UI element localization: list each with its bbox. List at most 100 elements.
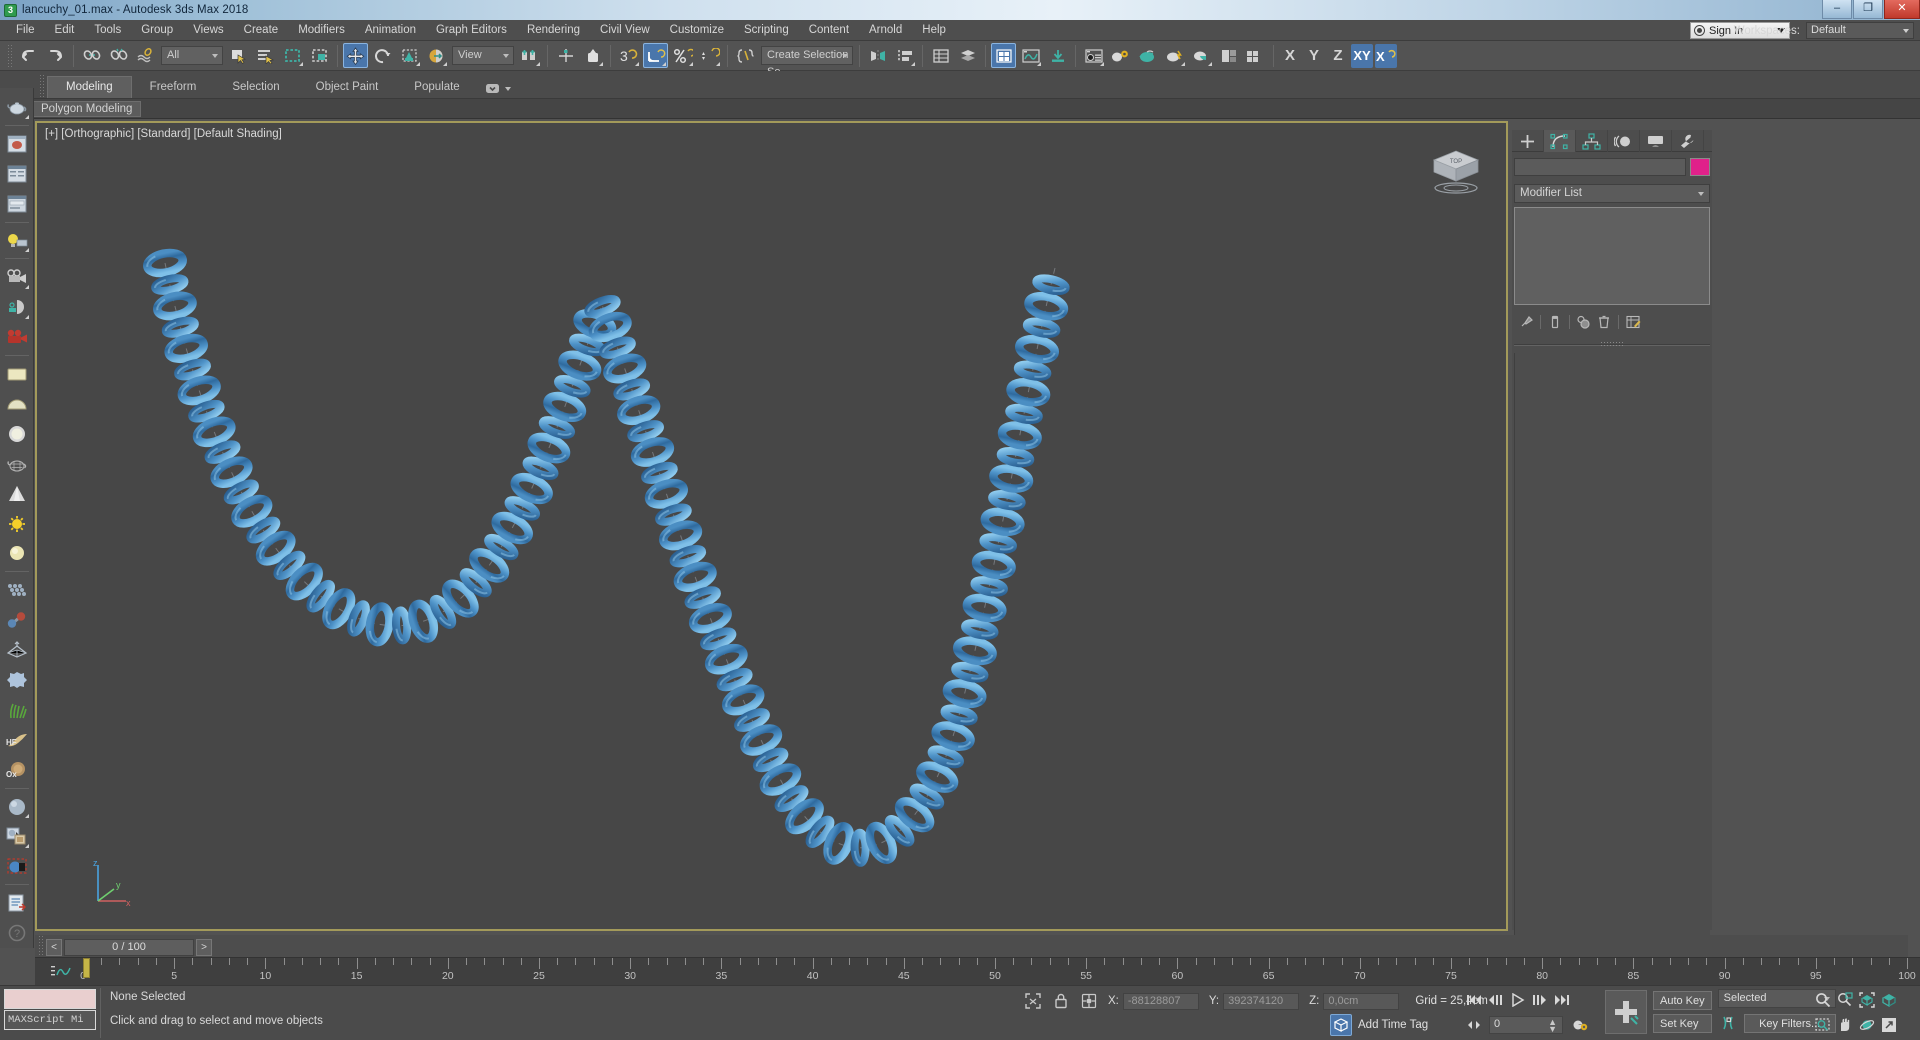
video-camera-icon[interactable] xyxy=(3,323,31,351)
render-production-icon[interactable] xyxy=(1162,43,1187,68)
next-frame-icon[interactable] xyxy=(1529,989,1551,1011)
scene-explorer-icon[interactable] xyxy=(955,43,980,68)
auto-key-button[interactable]: Auto Key xyxy=(1653,990,1712,1010)
next-frame-button[interactable]: > xyxy=(196,938,212,956)
named-selection-set-select[interactable]: Create Selection Se xyxy=(761,46,853,78)
create-tab[interactable] xyxy=(1512,130,1544,152)
teapot-wireframe-icon[interactable] xyxy=(3,450,31,478)
pin-stack-icon[interactable] xyxy=(1516,313,1536,331)
panel-resize-handle[interactable] xyxy=(1514,339,1710,349)
tab-object-paint[interactable]: Object Paint xyxy=(298,77,397,98)
grass-icon[interactable] xyxy=(3,696,31,724)
add-time-tag-group[interactable]: Add Time Tag xyxy=(1330,1014,1428,1036)
selection-lock-region-icon[interactable] xyxy=(1022,990,1044,1012)
absolute-relative-transform-toggle-icon[interactable] xyxy=(1078,990,1100,1012)
menu-arnold[interactable]: Arnold xyxy=(859,22,912,38)
ox-hair-icon[interactable]: Ox xyxy=(3,756,31,784)
menu-customize[interactable]: Customize xyxy=(660,22,734,38)
tab-modeling[interactable]: Modeling xyxy=(47,76,132,98)
menu-help[interactable]: Help xyxy=(912,22,956,38)
menu-file[interactable]: File xyxy=(6,22,45,38)
curve-editor-toggle-icon[interactable] xyxy=(50,962,72,980)
select-by-name-icon[interactable] xyxy=(253,43,278,68)
teapot-icon[interactable] xyxy=(3,93,31,121)
edit-named-selection-sets-icon[interactable] xyxy=(733,43,758,68)
spinner-arrows-icon[interactable]: ▲ ▼ xyxy=(1548,1018,1557,1034)
object-name-field[interactable] xyxy=(1514,158,1686,176)
motion-tab[interactable] xyxy=(1608,130,1640,152)
axis-constraint-z[interactable]: Z xyxy=(1327,44,1349,68)
help-icon[interactable]: ? xyxy=(3,919,31,947)
select-and-link-icon[interactable] xyxy=(79,43,104,68)
curve-editor-icon[interactable] xyxy=(1018,43,1043,68)
render-frame-window-icon[interactable] xyxy=(3,130,31,158)
set-key-button[interactable]: Set Key xyxy=(1653,1013,1712,1033)
play-animation-icon[interactable] xyxy=(1507,989,1529,1011)
orbit-icon[interactable] xyxy=(1856,1014,1878,1036)
menu-edit[interactable]: Edit xyxy=(45,22,85,38)
display-tab[interactable] xyxy=(1640,130,1672,152)
maximize-viewport-toggle-icon[interactable] xyxy=(1878,1014,1900,1036)
zoom-region-icon[interactable] xyxy=(1812,1014,1834,1036)
window-crossing-toggle-icon[interactable] xyxy=(307,43,332,68)
ribbon-grip[interactable] xyxy=(39,74,44,98)
maxscript-mini-listener[interactable]: MAXScript Mi xyxy=(4,1010,96,1030)
tab-selection[interactable]: Selection xyxy=(214,77,297,98)
modify-tab[interactable] xyxy=(1544,130,1576,152)
material-editor-slate-icon[interactable] xyxy=(1081,43,1106,68)
select-and-scale-icon[interactable] xyxy=(397,43,422,68)
axis-constraint-toggle-icon[interactable]: X xyxy=(1375,43,1397,68)
select-object-icon[interactable] xyxy=(226,43,251,68)
menu-content[interactable]: Content xyxy=(799,22,859,38)
material-map-browser-icon[interactable] xyxy=(3,822,31,850)
coord-z-field[interactable]: 0,0cm xyxy=(1323,992,1400,1010)
tab-freeform[interactable]: Freeform xyxy=(132,77,215,98)
undo-icon[interactable] xyxy=(16,43,41,68)
minimize-button[interactable]: – xyxy=(1822,0,1852,19)
material-region-icon[interactable] xyxy=(3,852,31,880)
pyramid-wireframe-icon[interactable] xyxy=(3,636,31,664)
menu-group[interactable]: Group xyxy=(131,22,183,38)
workspace-select[interactable]: Default xyxy=(1806,22,1914,39)
plane-primitive-icon[interactable] xyxy=(3,360,31,388)
panel-polygon-modeling[interactable]: Polygon Modeling xyxy=(32,100,142,117)
select-and-move-icon[interactable] xyxy=(343,43,368,68)
mirror-icon[interactable] xyxy=(865,43,890,68)
hair-fur-icon[interactable]: HF xyxy=(3,726,31,754)
script-listener-icon[interactable] xyxy=(3,889,31,917)
align-objects-icon[interactable] xyxy=(892,43,917,68)
go-to-start-icon[interactable] xyxy=(1463,989,1485,1011)
current-frame-field[interactable]: 0 / 100 xyxy=(64,938,194,956)
go-to-end-icon[interactable] xyxy=(1551,989,1573,1011)
percent-snap-toggle-icon[interactable] xyxy=(670,43,695,68)
reference-coordinate-select[interactable]: View xyxy=(452,46,514,65)
zoom-icon[interactable] xyxy=(1812,989,1834,1011)
sun-light-icon[interactable] xyxy=(3,510,31,538)
selection-lock-toggle-icon[interactable] xyxy=(1050,990,1072,1012)
modifier-stack-list[interactable] xyxy=(1514,207,1710,305)
previous-frame-icon[interactable] xyxy=(1485,989,1507,1011)
menu-scripting[interactable]: Scripting xyxy=(734,22,799,38)
coord-y-field[interactable]: 392374120 xyxy=(1223,992,1300,1010)
selection-filter-select[interactable]: All xyxy=(161,46,223,65)
sphere-light-icon[interactable] xyxy=(3,539,31,567)
close-button[interactable]: ✕ xyxy=(1884,0,1920,19)
current-frame-spinner[interactable]: 0 ▲ ▼ xyxy=(1489,1016,1563,1034)
layer-explorer-icon[interactable] xyxy=(928,43,953,68)
matrix-array-icon[interactable] xyxy=(3,576,31,604)
dome-primitive-icon[interactable] xyxy=(3,390,31,418)
tab-populate[interactable]: Populate xyxy=(396,77,477,98)
compact-material-editor-icon[interactable] xyxy=(991,43,1016,68)
menu-animation[interactable]: Animation xyxy=(355,22,426,38)
render-settings-panel-icon[interactable] xyxy=(3,190,31,218)
set-key-big-button[interactable] xyxy=(1605,989,1647,1034)
time-slider-handle[interactable] xyxy=(83,958,90,978)
object-color-swatch[interactable] xyxy=(1690,158,1710,176)
zoom-extents-icon[interactable] xyxy=(1856,989,1878,1011)
rendered-frame-window-icon[interactable] xyxy=(1135,43,1160,68)
menu-civil-view[interactable]: Civil View xyxy=(590,22,660,38)
configure-modifier-sets-icon[interactable] xyxy=(1623,313,1643,331)
axis-constraint-xy[interactable]: XY xyxy=(1351,43,1373,68)
schematic-view-icon[interactable] xyxy=(1045,43,1070,68)
track-bar[interactable]: 0510152025303540455055606570758085909510… xyxy=(35,957,1920,985)
